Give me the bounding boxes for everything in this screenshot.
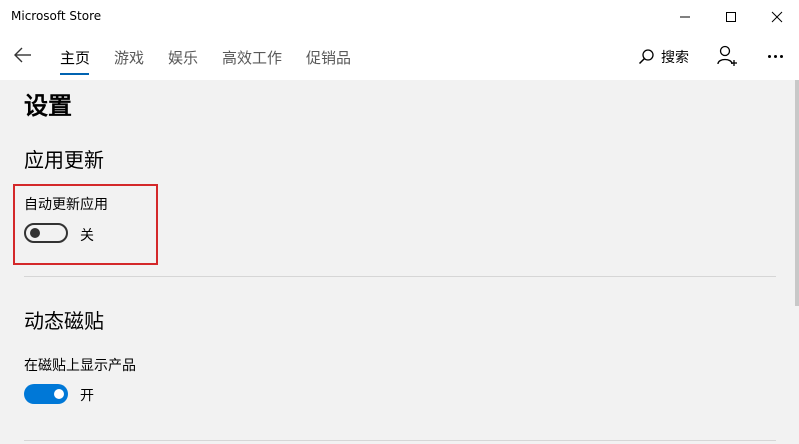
auto-update-toggle[interactable] [24, 223, 68, 243]
toggle-knob [54, 389, 64, 399]
more-icon-dot [780, 55, 783, 58]
active-tab-indicator [60, 73, 89, 75]
maximize-icon [726, 12, 736, 22]
divider [24, 276, 776, 277]
scrollbar[interactable] [795, 80, 799, 306]
show-products-label: 在磁贴上显示产品 [24, 358, 136, 374]
app-title: Microsoft Store [11, 9, 102, 23]
minimize-button[interactable] [662, 0, 708, 34]
search-icon [638, 49, 654, 65]
search-label: 搜索 [661, 50, 689, 66]
show-products-state: 开 [80, 388, 94, 404]
minimize-icon [680, 16, 690, 18]
live-tiles-heading: 动态磁贴 [24, 309, 104, 333]
page-title: 设置 [24, 92, 72, 120]
app-updates-heading: 应用更新 [24, 148, 104, 172]
title-bar: Microsoft Store [0, 0, 799, 34]
close-icon [771, 11, 783, 23]
add-account-icon [717, 45, 737, 66]
account-button[interactable] [713, 42, 743, 70]
nav-bar: 主页 游戏 娱乐 高效工作 促销品 搜索 [0, 34, 799, 80]
search-button[interactable]: 搜索 [634, 42, 694, 70]
tab-home[interactable]: 主页 [60, 47, 90, 68]
more-button[interactable] [761, 42, 791, 70]
more-icon [768, 55, 771, 58]
tab-games[interactable]: 游戏 [114, 47, 144, 68]
auto-update-state: 关 [80, 228, 94, 244]
maximize-button[interactable] [708, 0, 754, 34]
back-arrow-icon [14, 47, 31, 63]
back-button[interactable] [6, 40, 42, 72]
more-icon-dot [774, 55, 777, 58]
tab-deals[interactable]: 促销品 [306, 47, 351, 68]
tab-entertainment[interactable]: 娱乐 [168, 47, 198, 68]
show-products-toggle[interactable] [24, 384, 68, 404]
tab-productivity[interactable]: 高效工作 [222, 47, 282, 68]
close-button[interactable] [754, 0, 799, 34]
auto-update-label: 自动更新应用 [24, 197, 108, 213]
toggle-knob [30, 228, 40, 238]
divider [24, 440, 776, 441]
